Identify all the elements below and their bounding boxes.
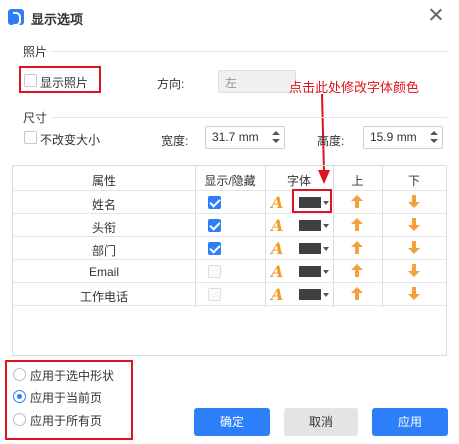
move-up-icon[interactable] [351, 195, 363, 209]
move-down-icon[interactable] [408, 218, 420, 232]
row-visible-checkbox[interactable] [208, 242, 221, 255]
height-input[interactable]: 15.9 mm [363, 126, 443, 149]
font-style-icon[interactable]: A [271, 193, 283, 212]
row-visible-checkbox[interactable] [208, 219, 221, 232]
app-icon [8, 9, 24, 26]
photo-section-label: 照片 [23, 45, 48, 59]
row-attribute-name: Email [88, 265, 119, 279]
direction-select-value: 左 [225, 76, 238, 90]
move-down-icon[interactable] [408, 241, 420, 255]
radio-apply-all-pages[interactable] [13, 413, 26, 426]
height-stepper-icon[interactable] [430, 129, 438, 145]
size-section-label: 尺寸 [23, 111, 48, 125]
apply-button[interactable]: 应用 [372, 408, 448, 436]
row-attribute-name: 姓名 [91, 198, 116, 212]
move-down-icon[interactable] [408, 287, 420, 301]
dialog-title: 显示选项 [31, 12, 84, 27]
radio-apply-current-page[interactable] [13, 390, 26, 403]
keep-size-label: 不改变大小 [40, 133, 101, 147]
row-divider [13, 305, 446, 306]
chevron-down-icon[interactable] [323, 293, 329, 297]
row-visible-checkbox[interactable] [208, 196, 221, 209]
height-label: 高度: [317, 134, 345, 148]
font-style-icon[interactable]: A [271, 216, 283, 235]
width-value: 31.7 mm [212, 130, 259, 144]
chevron-down-icon[interactable] [323, 247, 329, 251]
highlight-box-show-photo [19, 66, 101, 93]
move-up-icon[interactable] [351, 264, 363, 278]
font-color-swatch[interactable] [299, 289, 321, 300]
width-label: 宽度: [161, 134, 189, 148]
close-icon[interactable] [427, 6, 445, 24]
move-up-icon[interactable] [351, 287, 363, 301]
height-value: 15.9 mm [370, 130, 417, 144]
row-attribute-name: 工作电话 [79, 290, 128, 304]
row-attribute-name: 头衔 [91, 221, 116, 235]
move-up-icon[interactable] [351, 241, 363, 255]
header-visibility: 显示/隐藏 [204, 174, 256, 188]
title-bar: 显示选项 [0, 0, 459, 33]
row-divider [13, 259, 446, 260]
width-stepper-icon[interactable] [272, 129, 280, 145]
apply-all-pages-label: 应用于所有页 [30, 414, 103, 428]
header-attribute: 属性 [91, 174, 116, 188]
font-color-swatch[interactable] [299, 266, 321, 277]
move-down-icon[interactable] [408, 264, 420, 278]
font-style-icon[interactable]: A [271, 239, 283, 258]
apply-current-page-label: 应用于当前页 [30, 391, 103, 405]
highlight-box-font-color [292, 189, 332, 213]
width-input[interactable]: 31.7 mm [205, 126, 285, 149]
row-attribute-name: 部门 [91, 244, 116, 258]
row-divider [13, 282, 446, 283]
chevron-down-icon[interactable] [323, 270, 329, 274]
photo-section-divider [52, 51, 447, 52]
apply-selected-shape-label: 应用于选中形状 [30, 369, 115, 383]
direction-select[interactable]: 左 [218, 70, 296, 93]
move-up-icon[interactable] [351, 218, 363, 232]
row-divider [13, 213, 446, 214]
font-style-icon[interactable]: A [271, 285, 283, 304]
header-divider [13, 190, 446, 191]
row-visible-checkbox[interactable] [208, 265, 221, 278]
row-visible-checkbox[interactable] [208, 288, 221, 301]
attribute-table: 属性 显示/隐藏 字体 上 下 姓名 A 头衔 A 部门 A Email A 工… [12, 165, 447, 356]
keep-size-checkbox[interactable] [24, 131, 37, 144]
font-color-swatch[interactable] [299, 220, 321, 231]
chevron-down-icon[interactable] [323, 224, 329, 228]
radio-apply-selected-shape[interactable] [13, 368, 26, 381]
row-divider [13, 236, 446, 237]
direction-label: 方向: [157, 77, 185, 91]
cancel-button[interactable]: 取消 [284, 408, 358, 436]
header-down: 下 [407, 174, 420, 188]
size-section-divider [52, 117, 447, 118]
ok-button[interactable]: 确定 [194, 408, 270, 436]
header-font: 字体 [286, 174, 311, 188]
font-style-icon[interactable]: A [271, 262, 283, 281]
move-down-icon[interactable] [408, 195, 420, 209]
header-up: 上 [351, 174, 364, 188]
font-color-swatch[interactable] [299, 243, 321, 254]
